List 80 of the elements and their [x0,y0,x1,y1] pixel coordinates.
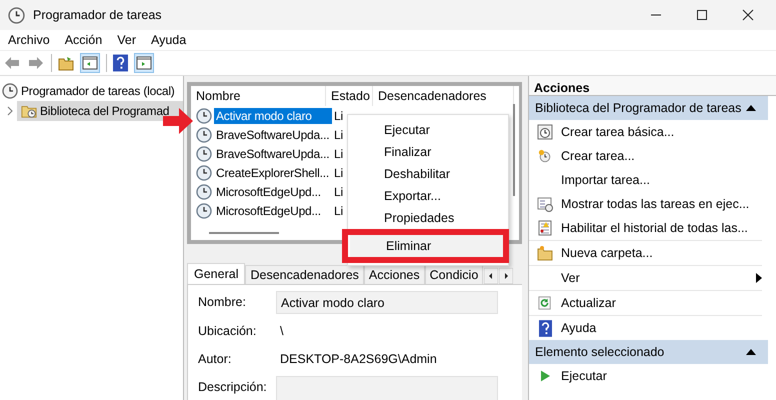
clock-icon [196,202,212,218]
clock-icon [537,124,553,140]
field-label: Ubicación: [198,323,258,340]
forward-arrow-icon[interactable] [27,56,45,70]
help-icon[interactable] [113,54,128,72]
submenu-arrow-icon [756,273,762,283]
task-name[interactable]: MicrosoftEdgeUpd... [214,202,332,218]
folder-icon [537,245,553,261]
tab[interactable]: Acciones [364,265,425,284]
task-name[interactable]: CreateExplorerShell... [214,164,332,180]
maximize-icon[interactable] [696,9,708,21]
window-clock-icon [537,196,553,212]
action-item[interactable]: Nueva carpeta... [529,241,762,266]
menu-item[interactable]: Ayuda [146,33,194,47]
action-item[interactable]: Crear tarea... [529,144,762,168]
action-item[interactable]: Crear tarea básica... [529,120,762,144]
help-icon [538,320,552,336]
clock-icon [8,6,25,24]
task-name[interactable]: BraveSoftwareUpda... [214,146,332,162]
column-header[interactable]: Estado [326,86,373,106]
task-name[interactable]: Activar modo claro [214,108,332,124]
action-item[interactable]: Importar tarea... [529,168,762,192]
scroll-right-icon[interactable] [499,268,514,284]
clock-icon [196,126,212,142]
menu-item[interactable]: Archivo [3,33,58,47]
folder-icon[interactable] [58,55,74,71]
menu-item[interactable]: Ejecutar [348,119,508,141]
folder-clock-icon [21,103,37,119]
action-item[interactable]: Ayuda [529,316,762,340]
task-status: Li [334,146,343,160]
menu-item[interactable]: Acción [60,33,110,47]
clock-icon [196,146,212,162]
action-item[interactable]: Habilitar el historial de todas las... [529,216,762,241]
task-status: Li [334,204,343,218]
field-label: Nombre: [198,294,247,311]
pane-icon[interactable] [80,53,100,73]
log-icon [537,220,553,236]
task-name[interactable]: BraveSoftwareUpda... [214,126,332,142]
field-label: Descripción: [198,379,268,396]
clock-icon [196,164,212,180]
menu-item[interactable]: Propiedades [348,207,508,229]
window-title: Programador de tareas [33,8,162,22]
play-icon [540,370,550,382]
scrollbar-thumb[interactable] [513,104,515,196]
tree-item[interactable]: Programador de tareas (local) [0,81,183,101]
clock-icon [196,108,212,124]
close-icon[interactable] [742,9,754,21]
collapse-icon[interactable] [746,349,756,355]
clock-icon [196,184,212,200]
menu-item[interactable]: Deshabilitar [348,163,508,185]
menu-item[interactable]: Finalizar [348,141,508,163]
action-item[interactable]: Actualizar [529,291,762,316]
menu-item[interactable]: Ver [112,33,144,47]
chevron-icon[interactable] [6,106,14,116]
pane-icon[interactable] [134,53,154,73]
collapse-icon[interactable] [746,105,756,111]
action-item[interactable]: Mostrar todas las tareas en ejec... [529,192,762,216]
clock-icon [538,149,552,163]
action-item[interactable]: Ver [529,266,762,291]
refresh-icon [538,295,552,311]
task-status: Li [334,166,343,180]
name-field[interactable]: Activar modo claro [276,291,498,314]
action-item[interactable]: Ejecutar [529,364,762,388]
task-name[interactable]: MicrosoftEdgeUpd... [214,184,332,200]
tab[interactable]: General [187,263,246,284]
field-label: Autor: [198,351,232,368]
task-status: Li [334,108,343,122]
menu-item[interactable]: Exportar... [348,185,508,207]
column-header[interactable]: Nombre [191,86,326,106]
section-header[interactable]: Elemento seleccionado [529,340,768,364]
scroll-left-icon[interactable] [484,268,498,284]
section-header[interactable]: Biblioteca del Programador de tareas [529,96,768,120]
menu-item[interactable]: Eliminar [350,235,506,257]
tree-item[interactable]: Biblioteca del Programad [17,101,183,121]
tab[interactable]: Desencadenadores [245,265,364,284]
pane-title: Acciones [529,76,776,96]
back-arrow-icon[interactable] [3,56,21,70]
scrollbar-thumb[interactable] [209,232,279,234]
task-status: Li [334,128,343,142]
task-status: Li [334,184,343,198]
